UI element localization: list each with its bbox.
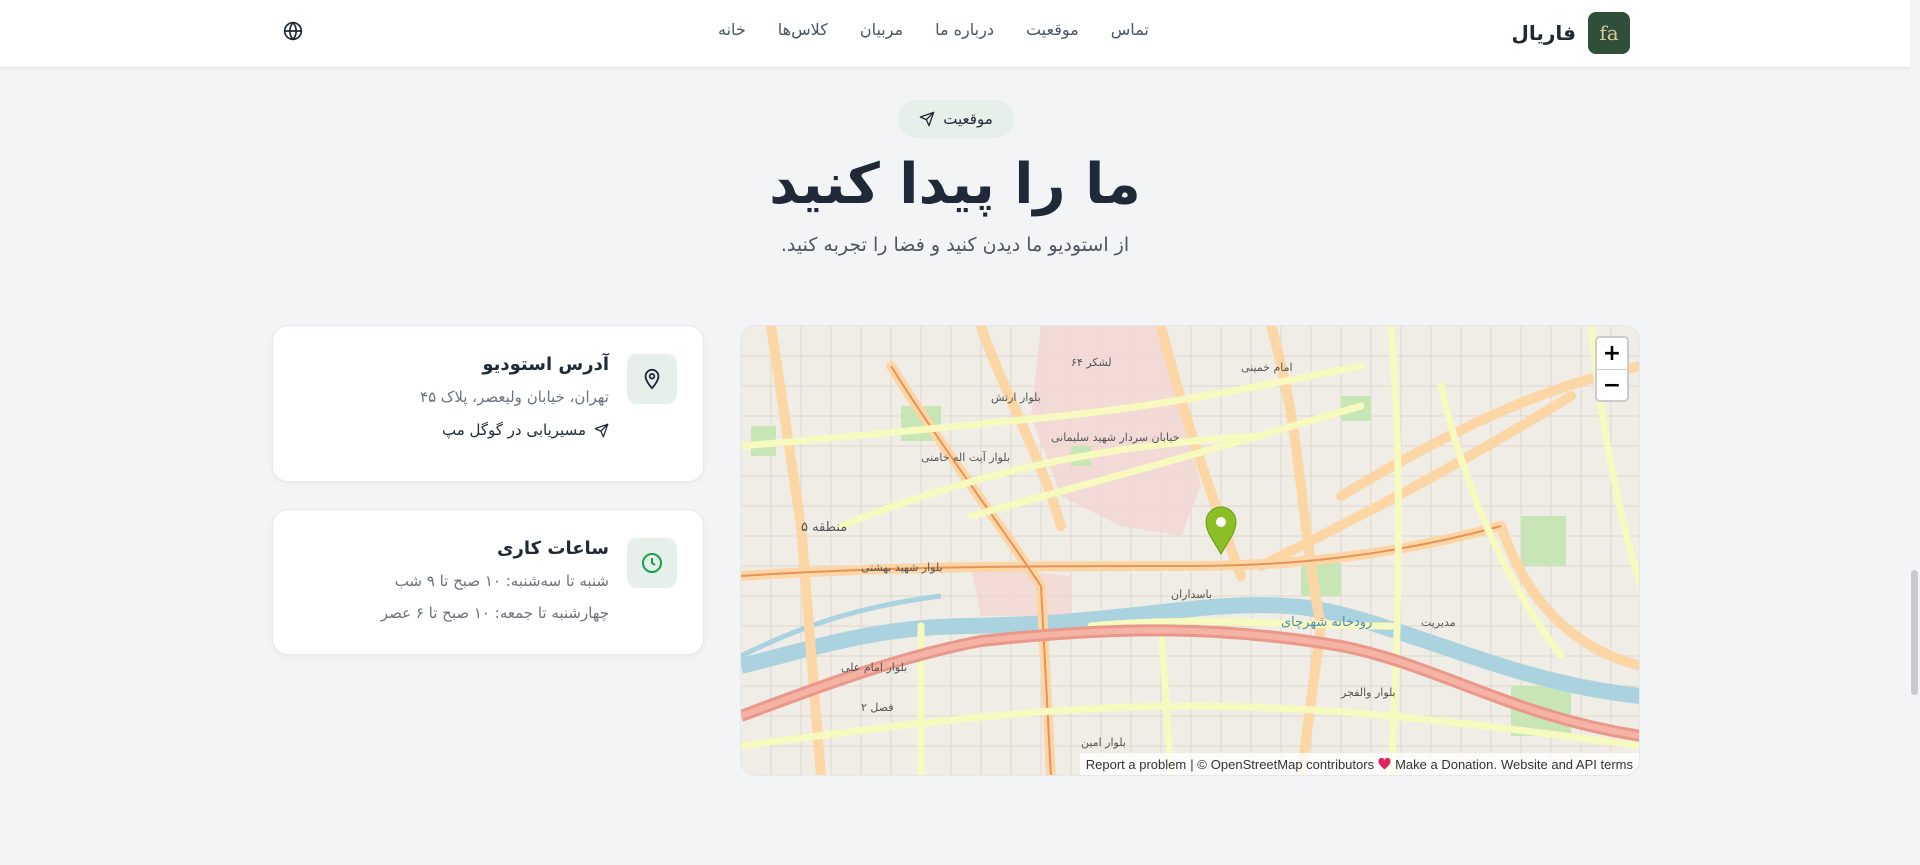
nav-classes[interactable]: کلاس‌ها (778, 20, 828, 48)
section-badge: موقعیت (898, 100, 1014, 138)
osm-contributors-link[interactable]: OpenStreetMap contributors (1211, 757, 1374, 772)
scrollbar-thumb[interactable] (1911, 570, 1918, 695)
hours-card: ساعات کاری شنبه تا سه‌شنبه: ۱۰ صبح تا ۹ … (272, 509, 704, 655)
map-label: بلوار شهید بهشتی (861, 561, 943, 574)
map-label: رودخانه شهرچای (1281, 615, 1372, 630)
navigation-arrow-icon (594, 423, 609, 437)
map-pin-icon (627, 354, 677, 404)
address-card: آدرس استودیو تهران، خیابان ولیعصر، پلاک … (272, 325, 704, 482)
badge-label: موقعیت (943, 110, 993, 128)
map-label: بلوار امین (1081, 736, 1126, 749)
nav-location[interactable]: موقعیت (1026, 20, 1079, 48)
address-text: تهران، خیابان ولیعصر، پلاک ۴۵ (420, 388, 609, 406)
map-label: بلوار آیت اله خامنی (921, 450, 1010, 464)
map-label: بلوار والفجر (1340, 686, 1396, 699)
nav-contact[interactable]: تماس (1111, 20, 1149, 48)
map-label: مدیریت (1421, 616, 1456, 629)
zoom-control: + − (1595, 336, 1629, 402)
map-attribution: Report a problem | © OpenStreetMap contr… (1079, 753, 1639, 775)
address-title: آدرس استودیو (482, 354, 609, 375)
scrollbar-track[interactable] (1910, 0, 1920, 865)
page-subtitle: از استودیو ما دیدن کنید و فضا را تجربه ک… (780, 234, 1130, 256)
clock-icon (627, 538, 677, 588)
map-widget[interactable]: بلوار شهید بهشتی بلوار آیت اله خامنی خیا… (740, 325, 1640, 776)
report-problem-link[interactable]: Report a problem (1086, 757, 1186, 772)
brand-logo: fa (1588, 12, 1630, 54)
nav-instructors[interactable]: مربیان (860, 20, 903, 48)
page-title: ما را پیدا کنید (769, 152, 1141, 217)
brand-name: فاریال (1511, 21, 1577, 45)
map-label: بلوار امام علی (841, 661, 907, 674)
site-header: fa فاریال خانه کلاس‌ها مربیان درباره ما … (0, 0, 1910, 68)
heart-icon (1378, 758, 1391, 770)
donate-link[interactable]: Make a Donation. (1395, 757, 1497, 772)
map-label: فصل ۲ (861, 701, 894, 714)
hours-title: ساعات کاری (497, 538, 609, 559)
nav-home[interactable]: خانه (718, 20, 746, 48)
zoom-out-button[interactable]: − (1597, 369, 1627, 400)
map-label: امام خمینی (1241, 361, 1293, 374)
hours-line-1: شنبه تا سه‌شنبه: ۱۰ صبح تا ۹ شب (394, 572, 609, 590)
directions-label[interactable]: مسیریابی در گوگل مپ (442, 421, 586, 439)
main-nav: خانه کلاس‌ها مربیان درباره ما موقعیت تما… (718, 20, 1149, 48)
map-label: لشکر ۶۴ (1071, 356, 1112, 369)
navigation-arrow-icon (919, 111, 935, 127)
hours-line-2: چهارشنبه تا جمعه: ۱۰ صبح تا ۶ عصر (380, 604, 609, 622)
map-label: بلوار ارتش (991, 391, 1041, 404)
map-label: منطقه ۵ (801, 520, 847, 535)
brand[interactable]: fa فاریال (1511, 12, 1630, 54)
zoom-in-button[interactable]: + (1597, 338, 1627, 369)
globe-icon[interactable] (282, 20, 304, 42)
nav-about[interactable]: درباره ما (935, 20, 994, 48)
attribution-separator: | © (1190, 756, 1207, 772)
api-terms-link[interactable]: Website and API terms (1501, 757, 1633, 772)
directions-link[interactable]: مسیریابی در گوگل مپ (420, 421, 609, 439)
map-label: باسداران (1171, 588, 1212, 601)
map-tiles[interactable]: بلوار شهید بهشتی بلوار آیت اله خامنی خیا… (741, 326, 1640, 776)
map-label: خیابان سردار شهید سلیمانی (1051, 431, 1180, 444)
